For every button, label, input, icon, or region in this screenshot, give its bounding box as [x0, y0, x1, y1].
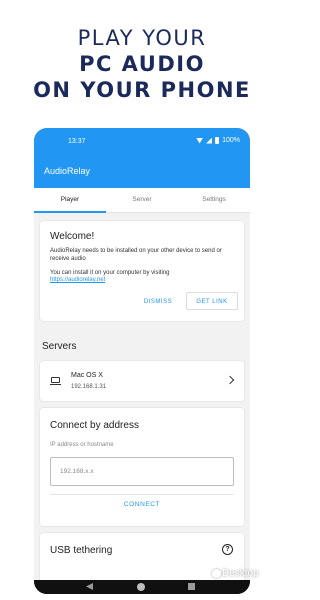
audiorelay-link[interactable]: https://audiorelay.net	[50, 277, 105, 283]
app-title: AudioRelay	[44, 166, 91, 176]
status-time: 13:37	[68, 138, 86, 145]
recents-icon[interactable]	[188, 583, 195, 590]
server-ip: 192.168.1.31	[71, 384, 107, 390]
connect-card: Connect by address IP address or hostnam…	[40, 408, 244, 526]
tab-player[interactable]: Player	[34, 188, 106, 213]
app-bar: AudioRelay	[34, 154, 250, 188]
battery-icon	[215, 137, 220, 144]
battery-level: 100%	[222, 137, 240, 144]
connect-title: Connect by address	[50, 420, 139, 431]
headline-line-1: PLAY YOUR	[77, 26, 207, 50]
phone-screen: 13:37 100% AudioRelay Player Server Sett…	[34, 128, 250, 580]
welcome-card: Welcome! AudioRelay needs to be installe…	[40, 221, 244, 321]
watermark: Desktop	[212, 568, 259, 579]
dismiss-button[interactable]: DISMISS	[138, 295, 178, 309]
watermark-text: Desktop	[222, 568, 259, 579]
headline-line-3: ON YOUR PHONE	[33, 78, 251, 102]
help-icon[interactable]: ?	[222, 544, 233, 555]
tab-settings[interactable]: Settings	[178, 188, 250, 212]
address-label: IP address or hostname	[50, 442, 114, 448]
status-icons: 100%	[196, 137, 240, 144]
wifi-icon	[196, 137, 204, 144]
signal-icon	[206, 137, 213, 144]
home-icon[interactable]	[137, 583, 145, 591]
welcome-install-text: You can install it on your computer by v…	[50, 270, 170, 276]
tab-server[interactable]: Server	[106, 188, 178, 212]
address-input[interactable]	[50, 457, 234, 486]
watermark-logo-icon	[212, 569, 221, 578]
connect-button[interactable]: CONNECT	[50, 494, 234, 512]
tab-bar: Player Server Settings	[34, 188, 250, 213]
monitor-icon	[50, 377, 61, 385]
welcome-title: Welcome!	[50, 231, 95, 242]
headline-line-2: PC AUDIO	[79, 52, 205, 76]
get-link-button[interactable]: GET LINK	[186, 292, 238, 310]
back-icon[interactable]	[86, 583, 93, 590]
server-name: Mac OS X	[71, 372, 103, 379]
servers-heading: Servers	[42, 341, 77, 352]
usb-tethering-title: USB tethering	[50, 545, 113, 556]
status-bar: 13:37 100%	[34, 128, 250, 154]
nav-bar	[34, 580, 250, 594]
chevron-right-icon	[225, 375, 235, 385]
phone-frame: 13:37 100% AudioRelay Player Server Sett…	[34, 128, 250, 594]
server-list-item[interactable]: Mac OS X 192.168.1.31	[40, 361, 244, 401]
welcome-text: AudioRelay needs to be installed on your…	[50, 248, 222, 262]
